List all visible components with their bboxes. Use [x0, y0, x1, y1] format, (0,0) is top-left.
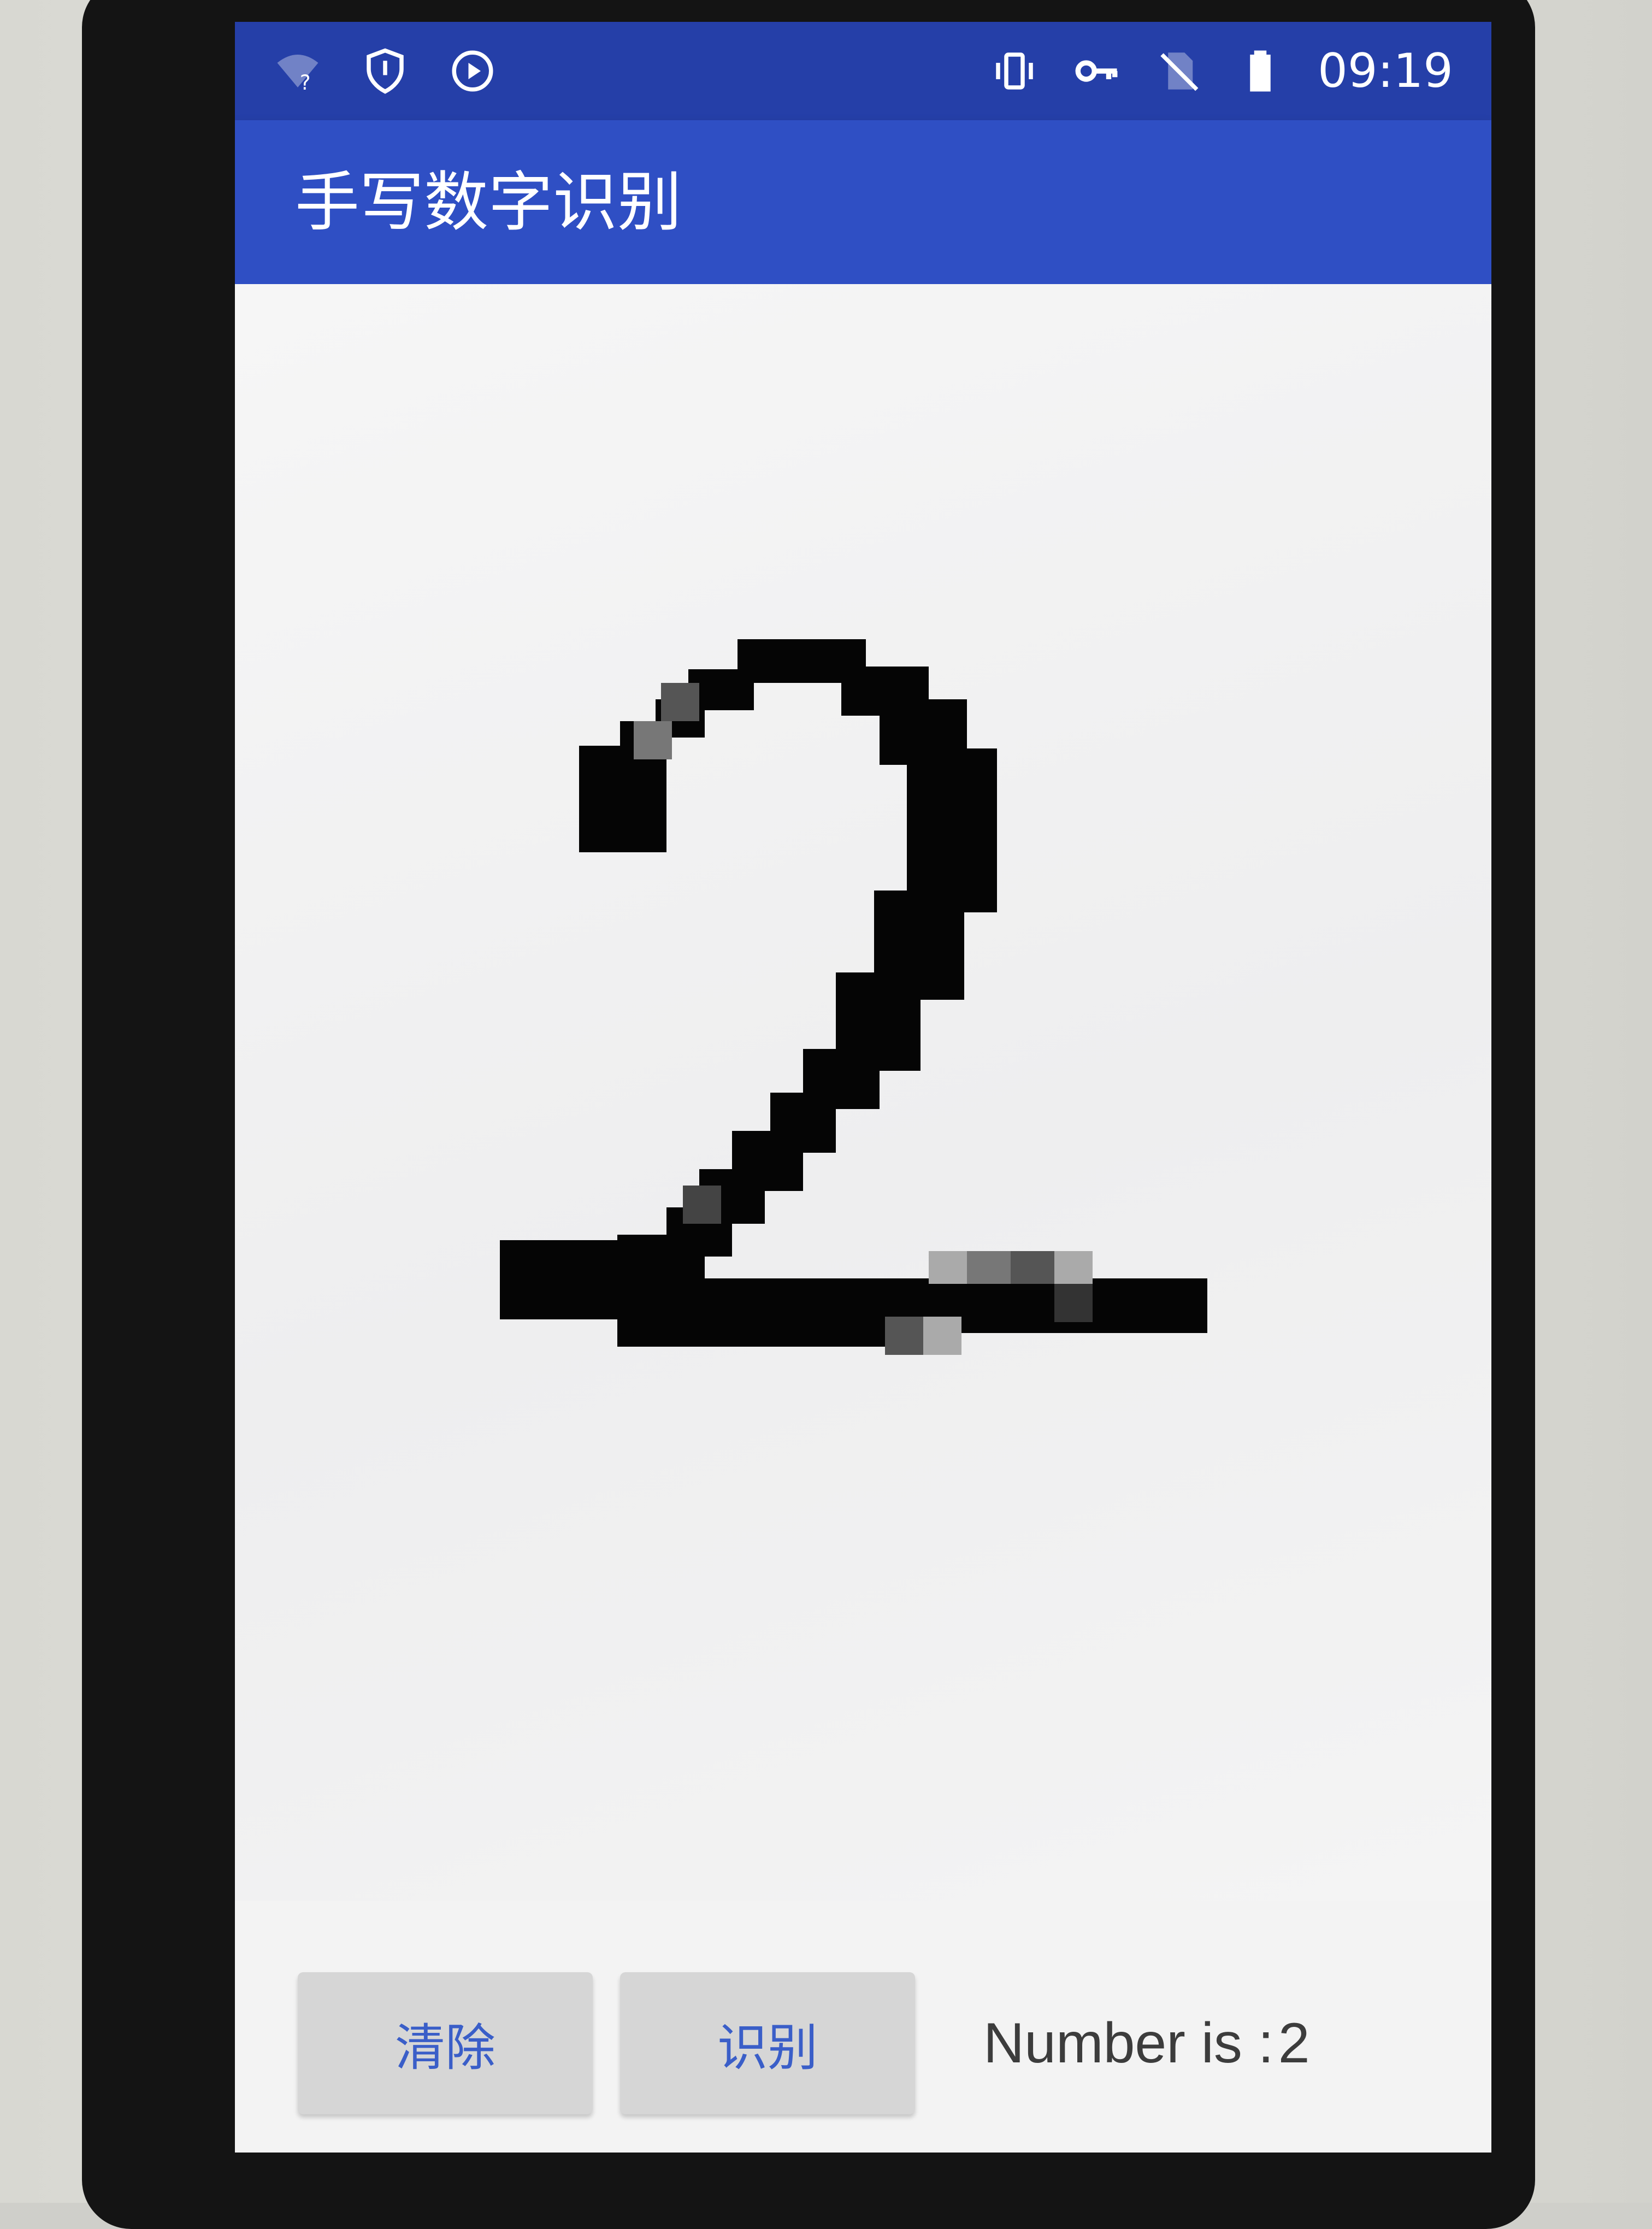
- svg-text:?: ?: [300, 70, 311, 95]
- digit-strokes: [500, 639, 1207, 1347]
- clear-button[interactable]: 清除: [298, 1972, 593, 2114]
- vibrate-icon: [990, 46, 1039, 96]
- result-value: 2: [1278, 2012, 1310, 2075]
- media-play-icon: [448, 46, 497, 96]
- status-right-icons: 09:19: [990, 22, 1453, 120]
- handwritten-digit-drawing: [500, 639, 1207, 1355]
- no-sim-icon: [1154, 46, 1203, 96]
- result-prefix: Number is :: [983, 2012, 1274, 2075]
- status-bar: ? 09:19: [235, 22, 1491, 120]
- vpn-key-icon: [1072, 46, 1121, 96]
- vpn-shield-icon: [361, 46, 410, 96]
- status-left-icons: ?: [273, 22, 497, 120]
- app-bar: 手写数字识别: [235, 120, 1491, 284]
- recognize-button[interactable]: 识别: [620, 1972, 915, 2114]
- bottom-controls: 清除 识别 Number is :2: [235, 1901, 1491, 2153]
- status-clock: 09:19: [1318, 44, 1453, 98]
- battery-icon: [1236, 46, 1285, 96]
- wifi-unknown-icon: ?: [273, 46, 322, 96]
- phone-body: ? 09:19 手写数字识别 清除 识别 Number is:2: [82, 0, 1535, 2229]
- phone-screen: ? 09:19 手写数字识别 清除 识别 Number is:2: [235, 22, 1491, 2153]
- result-text: Number is :2: [983, 1972, 1310, 2114]
- app-title: 手写数字识别: [295, 164, 682, 240]
- drawing-canvas[interactable]: [235, 284, 1491, 1901]
